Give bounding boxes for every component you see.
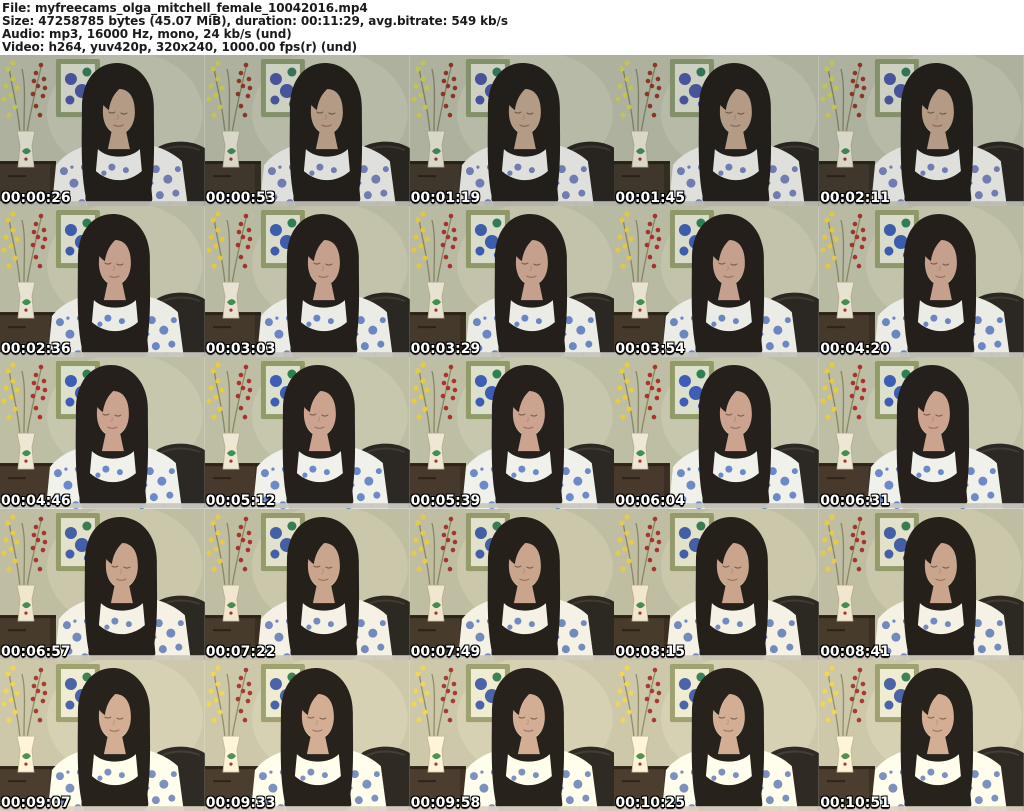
webcam-frame-placeholder [204,659,410,811]
video-thumbnail[interactable]: 00:00:26 [0,55,205,207]
video-thumbnail[interactable]: 00:02:36 [0,206,205,358]
timestamp-overlay: 00:03:54 [615,341,686,358]
webcam-frame-placeholder [819,206,1024,358]
video-thumbnail[interactable]: 00:03:29 [409,206,615,358]
timestamp-overlay: 00:10:25 [615,794,686,811]
webcam-frame-placeholder [204,206,410,358]
timestamp-overlay: 00:05:39 [410,492,481,509]
video-thumbnail[interactable]: 00:07:22 [204,508,410,660]
video-thumbnail[interactable]: 00:02:11 [819,55,1024,207]
timestamp-overlay: 00:01:19 [410,190,481,207]
webcam-frame-placeholder [0,357,205,509]
video-info-line: Video: h264, yuv420p, 320x240, 1000.00 f… [2,40,358,54]
timestamp-overlay: 00:09:58 [410,794,481,811]
timestamp-overlay: 00:05:12 [205,492,276,509]
video-thumbnail[interactable]: 00:03:03 [204,206,410,358]
timestamp-overlay: 00:06:04 [615,492,686,509]
video-thumbnail[interactable]: 00:09:58 [409,659,615,811]
video-thumbnail[interactable]: 00:10:25 [614,659,820,811]
media-info-header: File: myfreecams_olga_mitchell_female_10… [0,0,1024,55]
video-thumbnail[interactable]: 00:01:45 [614,55,820,207]
webcam-frame-placeholder [409,206,615,358]
webcam-frame-placeholder [204,55,410,207]
timestamp-overlay: 00:02:11 [820,190,890,207]
video-thumbnail[interactable]: 00:04:46 [0,357,205,509]
video-thumbnail[interactable]: 00:10:51 [819,659,1024,811]
webcam-frame-placeholder [614,659,820,811]
thumbnail-grid: 00:00:26 00:00:53 00:01:19 00:01:45 00:0… [0,55,1024,811]
video-thumbnail[interactable]: 00:05:39 [409,357,615,509]
video-thumbnail[interactable]: 00:09:07 [0,659,205,811]
webcam-frame-placeholder [204,357,410,509]
webcam-frame-placeholder [614,206,820,358]
timestamp-overlay: 00:03:29 [410,341,481,358]
webcam-frame-placeholder [819,659,1024,811]
webcam-frame-placeholder [614,508,820,660]
video-thumbnail[interactable]: 00:07:49 [409,508,615,660]
timestamp-overlay: 00:08:15 [615,643,686,660]
timestamp-overlay: 00:08:41 [820,643,890,660]
timestamp-overlay: 00:02:36 [1,341,71,358]
video-thumbnail[interactable]: 00:06:04 [614,357,820,509]
webcam-frame-placeholder [0,206,205,358]
webcam-frame-placeholder [0,55,205,207]
timestamp-overlay: 00:07:49 [410,643,481,660]
video-thumbnail[interactable]: 00:01:19 [409,55,615,207]
webcam-frame-placeholder [614,55,820,207]
webcam-frame-placeholder [819,508,1024,660]
video-thumbnail[interactable]: 00:08:15 [614,508,820,660]
timestamp-overlay: 00:00:26 [1,190,71,207]
video-thumbnail[interactable]: 00:09:33 [204,659,410,811]
timestamp-overlay: 00:09:33 [205,794,276,811]
webcam-frame-placeholder [614,357,820,509]
webcam-frame-placeholder [204,508,410,660]
timestamp-overlay: 00:04:46 [1,492,71,509]
video-thumbnail[interactable]: 00:03:54 [614,206,820,358]
webcam-frame-placeholder [409,357,615,509]
timestamp-overlay: 00:06:31 [820,492,890,509]
video-thumbnail[interactable]: 00:04:20 [819,206,1024,358]
timestamp-overlay: 00:09:07 [1,794,71,811]
webcam-frame-placeholder [819,55,1024,207]
timestamp-overlay: 00:01:45 [615,190,686,207]
video-thumbnail[interactable]: 00:06:31 [819,357,1024,509]
timestamp-overlay: 00:06:57 [1,643,71,660]
timestamp-overlay: 00:04:20 [820,341,890,358]
timestamp-overlay: 00:10:51 [820,794,890,811]
video-thumbnail[interactable]: 00:08:41 [819,508,1024,660]
video-thumbnail[interactable]: 00:05:12 [204,357,410,509]
video-thumbnail[interactable]: 00:00:53 [204,55,410,207]
video-contact-sheet: File: myfreecams_olga_mitchell_female_10… [0,0,1024,811]
webcam-frame-placeholder [409,55,615,207]
webcam-frame-placeholder [409,508,615,660]
timestamp-overlay: 00:00:53 [205,190,276,207]
webcam-frame-placeholder [0,659,205,811]
webcam-frame-placeholder [409,659,615,811]
video-thumbnail[interactable]: 00:06:57 [0,508,205,660]
timestamp-overlay: 00:03:03 [205,341,276,358]
webcam-frame-placeholder [0,508,205,660]
timestamp-overlay: 00:07:22 [205,643,276,660]
webcam-frame-placeholder [819,357,1024,509]
